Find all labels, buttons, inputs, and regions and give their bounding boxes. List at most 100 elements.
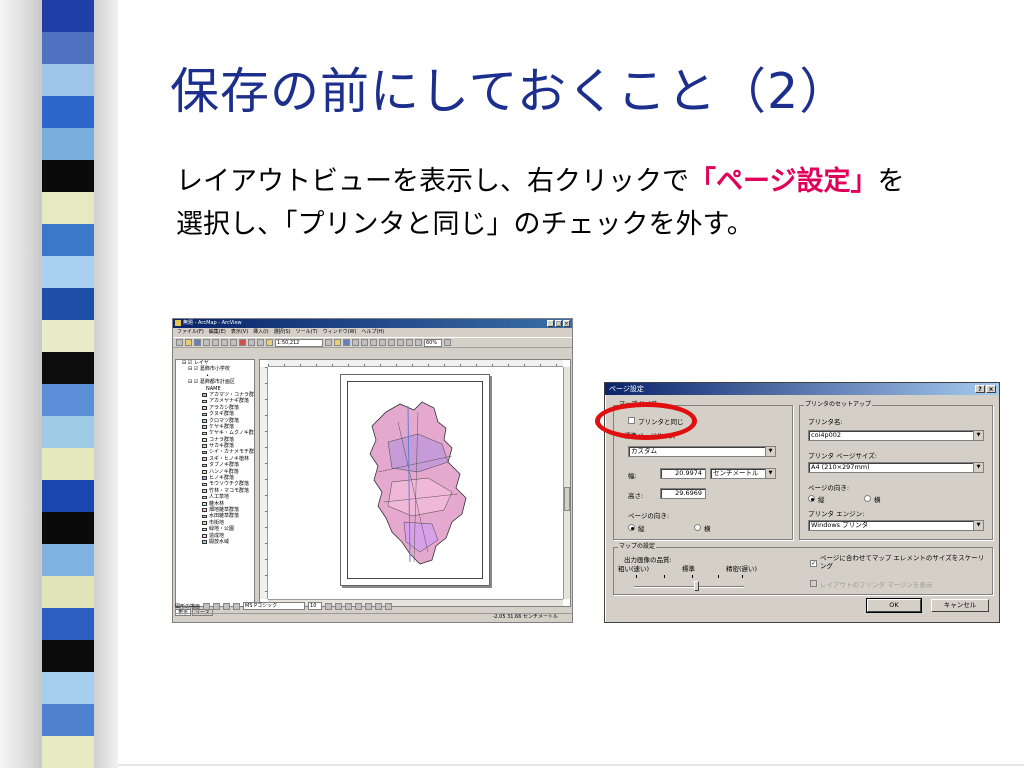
paste-icon[interactable] xyxy=(230,339,237,346)
printer-landscape-label: 横 xyxy=(874,496,881,504)
vertical-scroll-thumb[interactable] xyxy=(564,487,570,511)
highlight-ellipse xyxy=(595,402,697,440)
show-margins-label: レイアウトのプリンタ マージンを表示 xyxy=(820,581,933,589)
map-scale-input[interactable]: 1:50,212 xyxy=(275,338,323,347)
ok-button[interactable]: OK xyxy=(866,598,922,613)
portrait-radio[interactable] xyxy=(628,524,635,531)
copy-icon[interactable] xyxy=(221,339,228,346)
quality-slider-track[interactable] xyxy=(634,586,744,588)
minimize-button[interactable]: _ xyxy=(547,320,554,327)
menu-select[interactable]: 選択(S) xyxy=(274,328,291,337)
print-icon[interactable] xyxy=(203,339,210,346)
delete-icon[interactable] xyxy=(239,339,246,346)
marker-color-icon[interactable] xyxy=(385,602,393,610)
arctoolbox-icon[interactable] xyxy=(334,339,341,346)
quality-slider-thumb[interactable] xyxy=(694,581,699,591)
show-margins-checkbox[interactable] xyxy=(810,580,817,587)
menu-file[interactable]: ファイル(F) xyxy=(177,328,204,337)
landscape-radio[interactable] xyxy=(694,524,701,531)
menu-window[interactable]: ウィンドウ(W) xyxy=(323,328,357,337)
dialog-close-button[interactable]: × xyxy=(986,385,996,393)
select-elements-icon[interactable] xyxy=(203,602,211,610)
vertical-scrollbar[interactable] xyxy=(563,367,570,599)
layout-page[interactable] xyxy=(340,374,490,586)
printer-engine-select[interactable]: Windows プリンタ ▼ xyxy=(808,520,984,531)
menu-help[interactable]: ヘルプ(H) xyxy=(361,328,384,337)
zoom-percent-input[interactable]: 60% xyxy=(424,338,442,347)
help-button[interactable]: ? xyxy=(975,385,985,393)
save-icon[interactable] xyxy=(194,339,201,346)
open-icon[interactable] xyxy=(185,339,192,346)
zoom-whole-page-icon[interactable] xyxy=(379,339,386,346)
printer-paper-select[interactable]: A4 (210×297mm) ▼ xyxy=(808,462,984,473)
whats-this-icon[interactable] xyxy=(343,339,350,346)
bold-icon[interactable] xyxy=(325,602,333,610)
italic-icon[interactable] xyxy=(335,602,343,610)
desc-line1-post: を xyxy=(877,166,905,197)
stripe-band xyxy=(42,0,94,768)
layout-zoom-out-icon[interactable] xyxy=(361,339,368,346)
toggle-draft-icon[interactable] xyxy=(444,339,451,346)
toc-legend-label: コナラ群落 xyxy=(209,436,235,443)
legend-swatch xyxy=(202,393,207,397)
printer-portrait-radio[interactable] xyxy=(808,495,815,502)
stripe-segment xyxy=(42,192,94,224)
toc-legend-label: 造成地 xyxy=(209,532,225,539)
printer-engine-value: Windows プリンタ xyxy=(811,521,869,529)
stripe-segment xyxy=(42,256,94,288)
cancel-button[interactable]: キャンセル xyxy=(931,599,989,612)
legend-swatch xyxy=(202,463,207,468)
chevron-down-icon: ▼ xyxy=(973,431,983,440)
arcmap-app-icon xyxy=(175,320,181,326)
toc-legend-label: 雑木林 xyxy=(209,500,225,507)
text-icon[interactable] xyxy=(233,602,241,610)
font-select[interactable]: MS Pゴシック xyxy=(243,602,306,610)
printer-orientation-label: ページの向き: xyxy=(808,484,850,492)
layout-pan-icon[interactable] xyxy=(370,339,377,346)
stripe-segment xyxy=(42,544,94,576)
page-size-select[interactable]: カスタム ▼ xyxy=(628,446,776,457)
quality-high-label: 精密(遅い) xyxy=(726,565,758,573)
data-frame[interactable] xyxy=(347,381,483,579)
toc-legend-label: 緑地・公園 xyxy=(209,526,235,533)
fill-color-icon[interactable] xyxy=(365,602,373,610)
toc-legend-label: アカメヤナギ群落 xyxy=(209,398,250,405)
redo-icon[interactable] xyxy=(257,339,264,346)
printer-landscape-radio[interactable] xyxy=(864,495,871,502)
toc-legend-label: シイ・カナメモチ群落 xyxy=(209,449,255,456)
new-icon[interactable] xyxy=(176,339,183,346)
scale-elements-checkbox[interactable]: ✓ xyxy=(810,560,817,567)
unit-select[interactable]: センチメートル ▼ xyxy=(710,468,776,479)
legend-swatch xyxy=(202,508,207,512)
legend-swatch xyxy=(202,521,207,525)
add-data-icon[interactable] xyxy=(266,339,273,346)
layout-view[interactable] xyxy=(259,359,571,607)
fixed-zoom-in-icon[interactable] xyxy=(397,339,404,346)
layout-zoom-in-icon[interactable] xyxy=(352,339,359,346)
zoom-100-icon[interactable] xyxy=(388,339,395,346)
menu-insert[interactable]: 挿入(I) xyxy=(253,328,268,337)
font-color-icon[interactable] xyxy=(355,602,363,610)
cut-icon[interactable] xyxy=(212,339,219,346)
maximize-button[interactable]: □ xyxy=(555,320,562,327)
menu-view[interactable]: 表示(V) xyxy=(231,328,248,337)
menu-edit[interactable]: 編集(E) xyxy=(209,328,226,337)
draw-menu[interactable]: 図形の描画 xyxy=(175,603,200,610)
editor-icon[interactable] xyxy=(325,339,332,346)
printer-name-select[interactable]: coi4p002 ▼ xyxy=(808,430,984,441)
line-color-icon[interactable] xyxy=(375,602,383,610)
menu-tools[interactable]: ツール(T) xyxy=(296,328,318,337)
height-field[interactable]: 29.6969 xyxy=(660,488,706,499)
legend-swatch xyxy=(202,406,207,410)
rotate-icon[interactable] xyxy=(213,602,221,610)
font-size-select[interactable]: 10 xyxy=(308,602,323,610)
fixed-zoom-out-icon[interactable] xyxy=(406,339,413,346)
stripe-segment xyxy=(42,96,94,128)
underline-icon[interactable] xyxy=(345,602,353,610)
undo-icon[interactable] xyxy=(248,339,255,346)
close-button[interactable]: × xyxy=(563,320,570,327)
rectangle-icon[interactable] xyxy=(223,602,231,610)
slider-tick xyxy=(742,575,743,578)
back-extent-icon[interactable] xyxy=(415,339,422,346)
width-field[interactable]: 20.9974 xyxy=(660,468,706,479)
